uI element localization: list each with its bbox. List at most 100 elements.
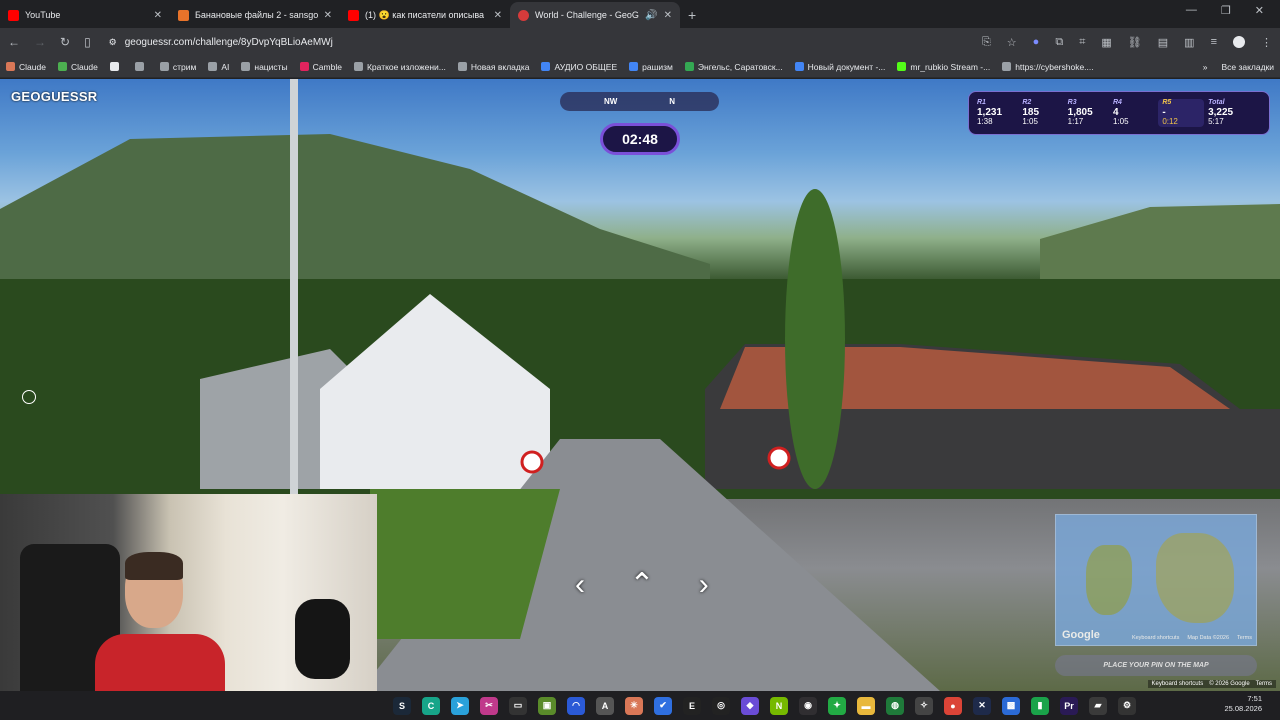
tab-banana-files[interactable]: Банановые файлы 2 - sansgot ✕: [170, 2, 340, 28]
bookmark-item[interactable]: Новый документ -...: [794, 62, 885, 72]
map-shortcuts-link[interactable]: Keyboard shortcuts: [1132, 635, 1179, 641]
nvidia-icon[interactable]: N: [770, 696, 788, 715]
app-icon[interactable]: ▮: [1031, 696, 1049, 715]
url-text: geoguessr.com/challenge/8yDvpYqBLioAeMWj: [124, 36, 333, 48]
youtube-favicon-icon: [348, 9, 359, 21]
sv-terms-link[interactable]: Terms: [1256, 681, 1272, 687]
reload-icon[interactable]: ↻: [60, 35, 70, 49]
bookmark-item[interactable]: Claude: [57, 62, 98, 72]
bookmark-label: Claude: [19, 61, 46, 72]
obs-icon[interactable]: ◉: [799, 696, 817, 715]
openai-icon[interactable]: ◎: [712, 696, 730, 715]
bookmark-item[interactable]: https://cybershoke....: [1002, 62, 1094, 72]
terminal-icon[interactable]: ▭: [509, 696, 527, 715]
snip-icon[interactable]: ✂: [480, 696, 498, 715]
calendar-icon[interactable]: ▤: [1158, 36, 1168, 49]
map-data-text: Map Data ©2026: [1187, 635, 1230, 641]
address-bar[interactable]: ⚙ geoguessr.com/challenge/8yDvpYqBLioAeM…: [104, 31, 965, 53]
forward-icon[interactable]: →: [34, 35, 46, 49]
speaker-icon[interactable]: 🔊: [645, 10, 657, 21]
bookmark-item[interactable]: стрим: [159, 62, 196, 72]
app-icon[interactable]: ✔: [654, 696, 672, 715]
bookmark-item[interactable]: [109, 62, 123, 71]
round-label: R5: [1162, 99, 1172, 107]
sidebar-icon[interactable]: ▯: [84, 35, 91, 49]
install-app-icon[interactable]: ⎘: [982, 36, 991, 49]
bookmark-star-icon[interactable]: ☆: [1007, 36, 1017, 49]
arc-icon[interactable]: ◠: [567, 696, 585, 715]
app-icon[interactable]: A: [596, 696, 614, 715]
app-icon[interactable]: ▰: [1089, 696, 1107, 715]
system-clock[interactable]: 7:51 25.08.2026: [1224, 694, 1262, 714]
menu-icon[interactable]: ⋮: [1261, 36, 1272, 49]
return-to-start-icon[interactable]: [22, 390, 36, 404]
folder-icon[interactable]: ▬: [857, 696, 875, 715]
app-icon[interactable]: ✕: [973, 696, 991, 715]
map-footer: Keyboard shortcuts Map Data ©2026 Terms: [1132, 635, 1252, 641]
close-window-icon[interactable]: ✕: [1255, 4, 1264, 17]
minecraft-icon[interactable]: ▣: [538, 696, 556, 715]
close-tab-icon[interactable]: ✕: [324, 10, 332, 21]
bookmark-favicon-icon: [6, 62, 15, 71]
bookmark-item[interactable]: Claude: [6, 62, 46, 72]
place-pin-button[interactable]: PLACE YOUR PIN ON THE MAP: [1055, 655, 1257, 676]
chrome-icon[interactable]: ●: [944, 696, 962, 715]
app-icon[interactable]: ✦: [828, 696, 846, 715]
bookmark-item[interactable]: АУДИО ОБЩЕЕ: [541, 62, 617, 72]
tab-geoguessr[interactable]: World - Challenge - GeoGu 🔊 ✕: [510, 2, 680, 28]
map-terms-link[interactable]: Terms: [1237, 635, 1252, 641]
tab-writers-video[interactable]: (1) 😮 как писатели описыва ✕: [340, 2, 510, 28]
bookmark-item[interactable]: Новая вкладка: [457, 62, 529, 72]
compass-heading-left: NW: [603, 97, 618, 106]
bookmark-item[interactable]: нацисты: [241, 62, 288, 72]
epic-games-icon[interactable]: E: [683, 696, 701, 715]
minimize-icon[interactable]: —: [1186, 4, 1197, 17]
new-tab-button[interactable]: +: [680, 7, 704, 28]
app-icon[interactable]: ◆: [741, 696, 759, 715]
settings-icon[interactable]: ⚙: [1118, 696, 1136, 715]
movement-arrows[interactable]: ‹ ⌃ ›: [575, 567, 727, 602]
bookmark-item[interactable]: mr_rubkio Stream -...: [897, 62, 990, 72]
bookmark-item[interactable]: Энгельс, Саратовск...: [684, 62, 783, 72]
round-scoreboard: R1 1,231 1:38 R2 185 1:05 R3 1,805 1:17 …: [968, 91, 1270, 135]
link-icon[interactable]: ⛓: [1128, 36, 1142, 49]
bookmark-item[interactable]: [134, 62, 148, 71]
steam-icon[interactable]: S: [393, 696, 411, 715]
bookmark-favicon-icon: [208, 62, 218, 71]
translate-icon[interactable]: ⌗: [1079, 36, 1085, 49]
sv-shortcuts-link[interactable]: Keyboard shortcuts: [1152, 681, 1204, 687]
back-icon[interactable]: ←: [8, 35, 20, 49]
puzzle-icon[interactable]: ⧉: [1055, 36, 1063, 49]
bookmark-item[interactable]: Camble: [299, 62, 342, 72]
bookmark-favicon-icon: [541, 62, 551, 71]
reader-icon[interactable]: ▥: [1184, 36, 1194, 49]
close-tab-icon[interactable]: ✕: [154, 10, 162, 21]
bookmark-item[interactable]: AI: [208, 62, 229, 72]
geoguessr-logo[interactable]: GEOGUESSR: [11, 89, 98, 104]
telegram-icon[interactable]: ➤: [451, 696, 469, 715]
site-info-icon[interactable]: ⚙: [109, 37, 117, 48]
bookmark-label: АУДИО ОБЩЕЕ: [554, 61, 618, 72]
claude-icon[interactable]: ✳: [625, 696, 643, 715]
app-icon[interactable]: ▩: [1002, 696, 1020, 715]
bookmark-item[interactable]: рашизм: [629, 62, 673, 72]
maximize-icon[interactable]: ❐: [1221, 4, 1231, 17]
round-score: R2 185 1:05: [1022, 99, 1067, 126]
current-round-score: R5 - 0:12: [1158, 99, 1205, 127]
globe-icon[interactable]: ◍: [886, 696, 904, 715]
app-icon[interactable]: ✧: [915, 696, 933, 715]
extension-icon[interactable]: ●: [1033, 36, 1040, 49]
all-bookmarks-button[interactable]: Все закладки: [1221, 62, 1274, 72]
close-tab-icon[interactable]: ✕: [664, 10, 672, 21]
guess-map[interactable]: Google Keyboard shortcuts Map Data ©2026…: [1055, 514, 1257, 646]
grid-icon[interactable]: ▦: [1101, 36, 1111, 49]
app-icon[interactable]: C: [422, 696, 440, 715]
premiere-icon[interactable]: Pr: [1060, 696, 1078, 715]
close-tab-icon[interactable]: ✕: [494, 10, 502, 21]
bookmark-favicon-icon: [134, 62, 144, 71]
media-icon[interactable]: ≡: [1211, 36, 1217, 49]
bookmark-item[interactable]: Краткое изложени...: [353, 62, 446, 72]
bookmarks-overflow-icon[interactable]: »: [1203, 62, 1208, 72]
avatar[interactable]: [1233, 35, 1245, 48]
tab-youtube[interactable]: YouTube ✕: [0, 2, 170, 28]
